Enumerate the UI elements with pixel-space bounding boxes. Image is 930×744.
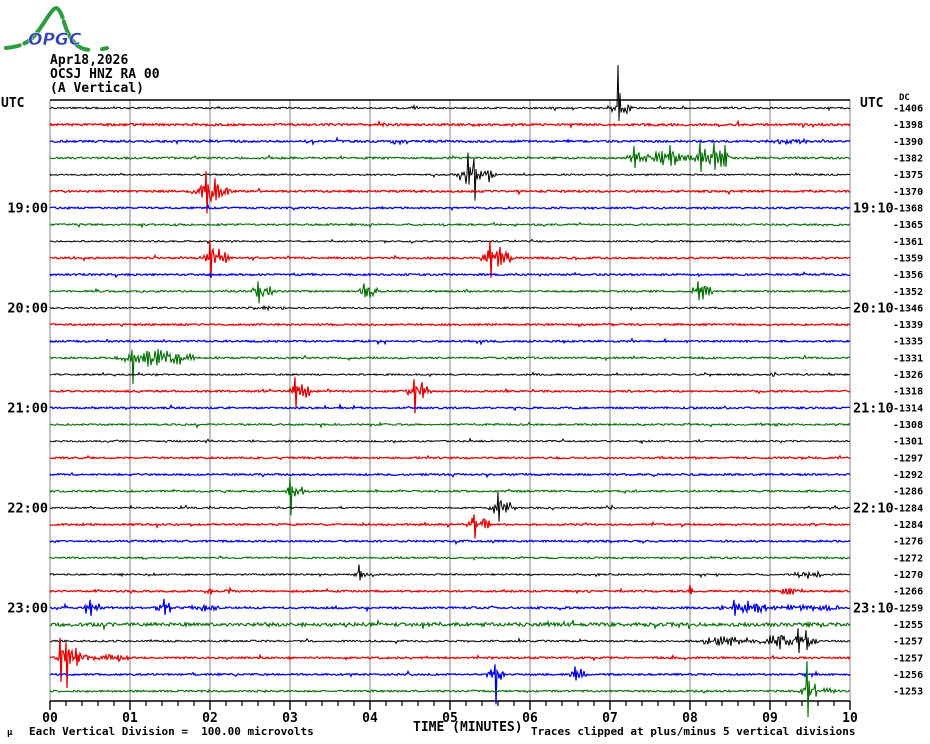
hour-label-left: 21:00 [7,400,48,416]
dc-value: -1326 [893,370,923,381]
hour-label-left: 22:00 [7,500,48,516]
dc-value: -1339 [893,320,923,331]
axis-tick-label: 08 [682,711,698,726]
dc-value: -1370 [893,187,923,198]
hour-label-left: 19:00 [7,200,48,216]
hour-labels-right: 19:10 20:10 21:10 22:10 23:10 [853,200,894,616]
dc-value: -1361 [893,237,923,248]
dc-value: -1331 [893,353,923,364]
axis-tick-label: 09 [762,711,778,726]
dc-value: -1346 [893,303,923,314]
dc-value: -1318 [893,387,923,398]
dc-value: -1398 [893,120,923,131]
dc-value: -1375 [893,170,923,181]
dc-value: -1352 [893,287,923,298]
helicorder-plot: 00 01 02 03 04 05 06 07 08 09 1019:0020:0021:0022:… [7,64,923,726]
dc-value: -1272 [893,553,923,564]
dc-value: -1292 [893,470,923,481]
dc-value: -1368 [893,203,923,214]
dc-value: -1270 [893,570,923,581]
dc-value: -1257 [893,637,923,648]
dc-value: -1253 [893,687,923,698]
hour-label-right: 19:10 [853,200,894,216]
hour-label-left: 20:00 [7,300,48,316]
dc-value: -1284 [893,503,923,514]
hour-label-right: 23:10 [853,600,894,616]
axis-tick-label: 04 [362,711,378,726]
dc-value: -1365 [893,220,923,231]
dc-value: -1301 [893,437,923,448]
footer-clip-note: Traces clipped at plus/minus 5 vertical … [531,725,856,738]
dc-value: -1314 [893,403,923,414]
dc-value: -1259 [893,603,923,614]
dc-value: -1382 [893,153,923,164]
dc-value: -1406 [893,104,923,115]
dc-value: -1335 [893,337,923,348]
hour-label-left: 23:00 [7,600,48,616]
dc-value: -1359 [893,253,923,264]
dc-value: -1308 [893,420,923,431]
dc-value: -1255 [893,620,923,631]
dc-value: -1390 [893,137,923,148]
dc-values: -1406 -1398 -1390 -1382 -1375 -1370 -1368 -1365… [893,104,923,698]
hour-label-right: 21:10 [853,400,894,416]
footer-division-note: Each Vertical Division = 100.00 microvol… [29,725,314,738]
axis-tick-label: 07 [602,711,618,726]
axis-tick-label: 02 [202,711,218,726]
dc-value: -1276 [893,537,923,548]
dc-value: -1284 [893,520,923,531]
hour-labels-left: 19:00 20:00 21:00 22:00 23:00 [7,200,48,616]
time-axis-title: TIME (MINUTES) [413,720,523,735]
axis-tick-label: 06 [522,711,538,726]
dc-value: -1356 [893,270,923,281]
hour-label-right: 22:10 [853,500,894,516]
micro-symbol: μ [7,728,13,738]
axis-tick-label: 03 [282,711,298,726]
axis-tick-label: 01 [122,711,138,726]
dc-value: -1257 [893,653,923,664]
helicorder-screen: OPGC Apr18,2026 OCSJ HNZ RA 00 (A Vertic… [0,0,930,744]
dc-value: -1286 [893,487,923,498]
dc-value: -1256 [893,670,923,681]
dc-value: -1297 [893,453,923,464]
axis-tick-label: 10 [842,711,858,726]
hour-label-right: 20:10 [853,300,894,316]
dc-value: -1266 [893,587,923,598]
axis-tick-label: 00 [42,711,58,726]
